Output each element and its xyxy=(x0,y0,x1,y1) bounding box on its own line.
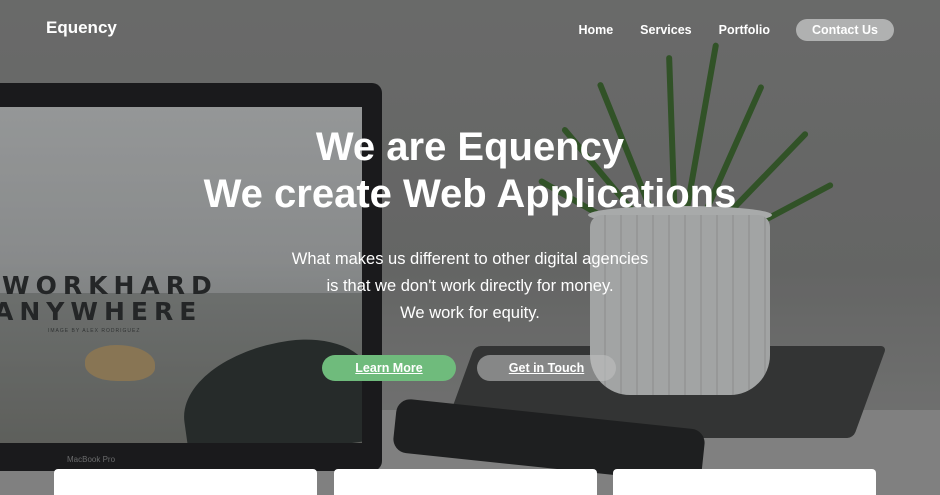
main-menu: Home Services Portfolio Contact Us xyxy=(551,19,894,41)
get-in-touch-button[interactable]: Get in Touch xyxy=(477,355,616,381)
hero-subtitle-line: We work for equity. xyxy=(400,304,540,322)
hero-title: We are Equency We create Web Application… xyxy=(0,124,940,218)
nav-portfolio-link[interactable]: Portfolio xyxy=(719,23,770,37)
learn-more-button[interactable]: Learn More xyxy=(322,355,456,381)
hero-subtitle-line: What makes us different to other digital… xyxy=(291,250,649,268)
brand-logo[interactable]: Equency xyxy=(46,18,117,38)
feature-card[interactable] xyxy=(334,469,597,495)
feature-card[interactable] xyxy=(54,469,317,495)
nav-home-link[interactable]: Home xyxy=(578,23,613,37)
hero-subtitle-line: is that we don't work directly for money… xyxy=(326,277,614,295)
feature-card[interactable] xyxy=(613,469,876,495)
hero-buttons: Learn More Get in Touch xyxy=(322,355,616,381)
hero-title-line1: We are Equency xyxy=(315,125,625,169)
contact-us-button[interactable]: Contact Us xyxy=(796,19,894,41)
hero-title-line2: We create Web Applications xyxy=(203,172,737,216)
top-navbar: Equency Home Services Portfolio Contact … xyxy=(0,0,940,60)
hero-subtitle: What makes us different to other digital… xyxy=(0,246,940,327)
nav-services-link[interactable]: Services xyxy=(640,23,691,37)
